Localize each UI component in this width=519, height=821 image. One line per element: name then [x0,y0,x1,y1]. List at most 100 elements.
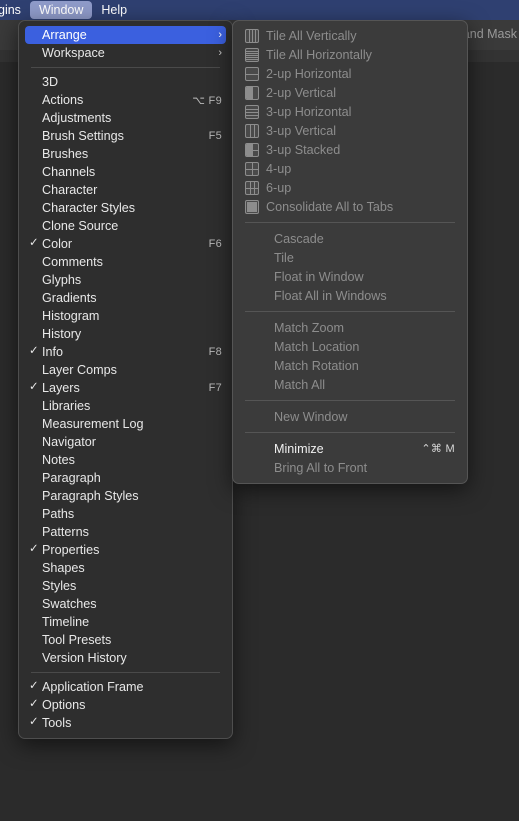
three-up-vertical-icon [245,123,259,138]
window-menu-item-styles[interactable]: Styles [19,577,232,595]
menu-item-label: Application Frame [42,680,144,694]
window-menu-item-timeline[interactable]: Timeline [19,613,232,631]
menu-separator [31,672,220,673]
checkmark-icon: ✓ [29,698,39,711]
menu-item-label: Brush Settings [42,129,124,143]
chevron-right-icon: › [218,29,222,41]
menu-item-label: 3D [42,75,59,89]
window-menu-item-options[interactable]: ✓ Options [19,696,232,714]
menu-item-label: Comments [42,255,103,269]
window-menu-item-clone-source[interactable]: Clone Source [19,217,232,235]
menu-item-label: Glyphs [42,273,82,287]
menu-item-label: Timeline [42,615,90,629]
window-menu-item-actions[interactable]: Actions ⌥ F9 [19,91,232,109]
arrange-item-bring-all-to-front: Bring All to Front [233,458,467,477]
menubar-item-help[interactable]: Help [92,1,136,19]
menu-item-label: 4-up [266,161,292,176]
checkmark-icon: ✓ [29,345,39,358]
arrange-item-2-up-horizontal: 2-up Horizontal [233,64,467,83]
menu-item-label: Character Styles [42,201,136,215]
window-menu-item-info[interactable]: ✓ Info F8 [19,343,232,361]
menu-item-label: Cascade [274,231,324,246]
window-menu-item-gradients[interactable]: Gradients [19,289,232,307]
arrange-item-float-all-in-windows: Float All in Windows [233,286,467,305]
menu-item-label: History [42,327,82,341]
menu-separator [245,432,455,433]
window-menu-item-adjustments[interactable]: Adjustments [19,109,232,127]
menu-item-label: Tile All Horizontally [266,47,372,62]
window-menu-item-version-history[interactable]: Version History [19,649,232,667]
window-menu-item-layers[interactable]: ✓ Layers F7 [19,379,232,397]
window-menu-item-character-styles[interactable]: Character Styles [19,199,232,217]
arrange-item-3-up-stacked: 3-up Stacked [233,140,467,159]
menu-item-label: Match Zoom [274,320,344,335]
menu-separator [31,67,220,68]
window-menu-item-3d[interactable]: 3D [19,73,232,91]
window-menu-dropdown: Arrange › Workspace › 3D Actions ⌥ F9 Adjustmen… [18,20,233,739]
menu-separator [245,400,455,401]
arrange-item-match-location: Match Location [233,337,467,356]
checkmark-icon: ✓ [29,381,39,394]
menu-item-label: Character [42,183,98,197]
menu-item-label: Paragraph [42,471,101,485]
two-up-vertical-icon [245,85,259,100]
window-menu-item-channels[interactable]: Channels [19,163,232,181]
menu-item-label: 2-up Horizontal [266,66,352,81]
window-menu-item-tool-presets[interactable]: Tool Presets [19,631,232,649]
window-menu-item-tools[interactable]: ✓ Tools [19,714,232,732]
arrange-item-6-up: 6-up [233,178,467,197]
menu-item-label: Layer Comps [42,363,117,377]
window-menu-item-character[interactable]: Character [19,181,232,199]
window-menu-item-brushes[interactable]: Brushes [19,145,232,163]
window-menu-item-histogram[interactable]: Histogram [19,307,232,325]
window-menu-item-layer-comps[interactable]: Layer Comps [19,361,232,379]
checkmark-icon: ✓ [29,716,39,729]
menu-item-label: Patterns [42,525,89,539]
window-menu-item-brush-settings[interactable]: Brush Settings F5 [19,127,232,145]
menu-item-label: 3-up Horizontal [266,104,352,119]
chevron-right-icon: › [218,47,222,59]
menu-item-label: Info [42,345,64,359]
menu-item-label: Arrange [42,28,87,42]
menu-item-label: Color [42,237,73,251]
window-menu-item-swatches[interactable]: Swatches [19,595,232,613]
window-menu-item-workspace[interactable]: Workspace › [19,44,232,62]
window-menu-item-patterns[interactable]: Patterns [19,523,232,541]
window-menu-item-glyphs[interactable]: Glyphs [19,271,232,289]
window-menu-item-properties[interactable]: ✓ Properties [19,541,232,559]
arrange-item-cascade: Cascade [233,229,467,248]
arrange-item-minimize[interactable]: Minimize ⌃⌘ M [233,439,467,458]
menu-item-label: Clone Source [42,219,119,233]
window-menu-item-color[interactable]: ✓ Color F6 [19,235,232,253]
window-menu-item-comments[interactable]: Comments [19,253,232,271]
window-menu-item-paths[interactable]: Paths [19,505,232,523]
arrange-item-4-up: 4-up [233,159,467,178]
menu-item-shortcut: F8 [208,346,222,358]
menu-item-label: Gradients [42,291,97,305]
window-menu-item-shapes[interactable]: Shapes [19,559,232,577]
window-menu-item-measurement-log[interactable]: Measurement Log [19,415,232,433]
menubar-item-gins[interactable]: gins [0,1,30,19]
menu-item-label: Match Rotation [274,358,359,373]
menu-item-label: Tile [274,250,294,265]
arrange-item-2-up-vertical: 2-up Vertical [233,83,467,102]
menubar-item-window[interactable]: Window [29,1,93,19]
menu-item-label: Styles [42,579,77,593]
menu-item-label: Navigator [42,435,96,449]
menu-item-shortcut: ⌥ F9 [192,94,222,107]
menu-item-label: Brushes [42,147,89,161]
window-menu-item-notes[interactable]: Notes [19,451,232,469]
window-menu-item-arrange[interactable]: Arrange › [25,26,226,44]
window-menu-item-paragraph-styles[interactable]: Paragraph Styles [19,487,232,505]
menu-item-label: Workspace [42,46,105,60]
menu-item-label: Libraries [42,399,91,413]
checkmark-icon: ✓ [29,680,39,693]
window-menu-item-libraries[interactable]: Libraries [19,397,232,415]
window-menu-item-navigator[interactable]: Navigator [19,433,232,451]
window-menu-item-history[interactable]: History [19,325,232,343]
checkmark-icon: ✓ [29,237,39,250]
arrange-item-new-window: New Window [233,407,467,426]
window-menu-item-application-frame[interactable]: ✓ Application Frame [19,678,232,696]
four-up-icon [245,161,259,176]
window-menu-item-paragraph[interactable]: Paragraph [19,469,232,487]
